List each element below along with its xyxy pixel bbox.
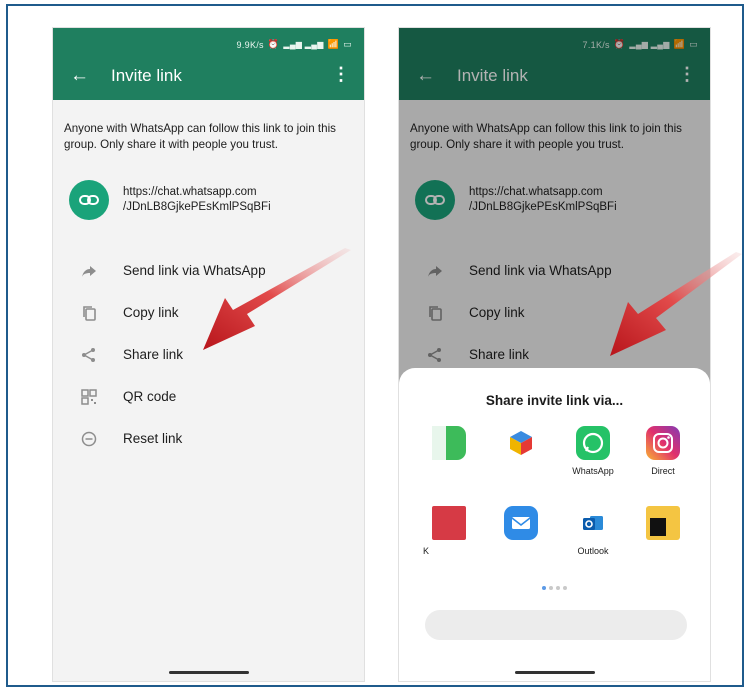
wifi-icon: 📶 (327, 39, 340, 49)
qr-icon (81, 389, 97, 405)
page-dot (563, 586, 567, 590)
page-title: Invite link (111, 66, 182, 85)
app-red-icon (432, 506, 466, 540)
cancel-button[interactable] (425, 610, 687, 640)
status-bar: 9.9K/s ⏰ ▂▄▆ ▂▄▆ 📶 ▭ (237, 39, 352, 50)
menu-item-label: Share link (123, 347, 184, 362)
share-app-5[interactable]: K (419, 506, 479, 556)
link-icon (69, 180, 109, 220)
share-sheet: Share invite link via... WhatsApp Direct (399, 368, 710, 681)
menu-item-send-link[interactable]: Send link via WhatsApp (53, 252, 364, 292)
whatsapp-icon (576, 426, 610, 460)
menu-item-label: QR code (123, 389, 177, 404)
invite-link-line2: /JDnLB8GjkePEsKmlPSqBFi (123, 201, 271, 213)
share-app-2[interactable] (491, 426, 551, 466)
app-label: K (423, 546, 430, 556)
share-app-mail[interactable] (491, 506, 551, 546)
network-speed: 9.9K/s (236, 39, 264, 50)
invite-link-url[interactable]: https://chat.whatsapp.com /JDnLB8GjkePEs… (123, 185, 271, 215)
share-app-whatsapp[interactable]: WhatsApp (563, 426, 623, 476)
menu-item-label: Reset link (123, 431, 183, 446)
phone-screen-invite-link: 9.9K/s ⏰ ▂▄▆ ▂▄▆ 📶 ▭ ← Invite link ⋮ Any… (52, 27, 365, 682)
menu-item-reset-link[interactable]: Reset link (53, 420, 364, 460)
files-icon (646, 506, 680, 540)
description-text: Anyone with WhatsApp can follow this lin… (64, 122, 336, 151)
home-indicator (514, 671, 595, 674)
page-indicator (399, 577, 710, 595)
signal-icon: ▂▄▆ ▂▄▆ (283, 40, 324, 49)
back-arrow-icon[interactable]: ← (70, 66, 89, 85)
page-dot (549, 586, 553, 590)
menu-item-label: Copy link (123, 305, 179, 320)
page-dot (542, 586, 546, 590)
invite-link-line1: https://chat.whatsapp.com (123, 186, 257, 198)
menu-item-label: Send link via WhatsApp (123, 263, 266, 278)
app-green-icon (432, 426, 466, 460)
copy-icon (83, 306, 96, 321)
menu-item-share-link[interactable]: Share link (53, 336, 364, 376)
app-label: Outlook (577, 546, 609, 556)
app-bar: 9.9K/s ⏰ ▂▄▆ ▂▄▆ 📶 ▭ ← Invite link ⋮ (53, 28, 364, 100)
page-dot (556, 586, 560, 590)
share-app-files[interactable] (633, 506, 693, 546)
share-sheet-title: Share invite link via... (485, 393, 624, 408)
battery-icon: ▭ (343, 39, 352, 49)
menu-item-copy-link[interactable]: Copy link (53, 294, 364, 334)
app-label: Direct (651, 466, 675, 476)
reset-icon (81, 431, 97, 447)
share-app-1[interactable] (419, 426, 479, 466)
home-indicator (168, 671, 249, 674)
menu-item-qr-code[interactable]: QR code (53, 378, 364, 418)
outlook-icon (576, 506, 610, 540)
share-icon (82, 348, 95, 362)
share-app-outlook[interactable]: Outlook (563, 506, 623, 556)
alarm-icon: ⏰ (267, 39, 280, 49)
phone-screen-share-sheet: 7.1K/s ⏰ ▂▄▆ ▂▄▆ 📶 ▭ ← Invite link ⋮ Any… (398, 27, 711, 682)
overflow-menu-icon[interactable]: ⋮ (332, 64, 350, 84)
instagram-icon (646, 426, 680, 460)
app-cube-icon (504, 426, 538, 460)
mail-icon (504, 506, 538, 540)
app-label: WhatsApp (572, 466, 614, 476)
share-app-instagram-direct[interactable]: Direct (633, 426, 693, 476)
forward-icon (82, 266, 96, 277)
